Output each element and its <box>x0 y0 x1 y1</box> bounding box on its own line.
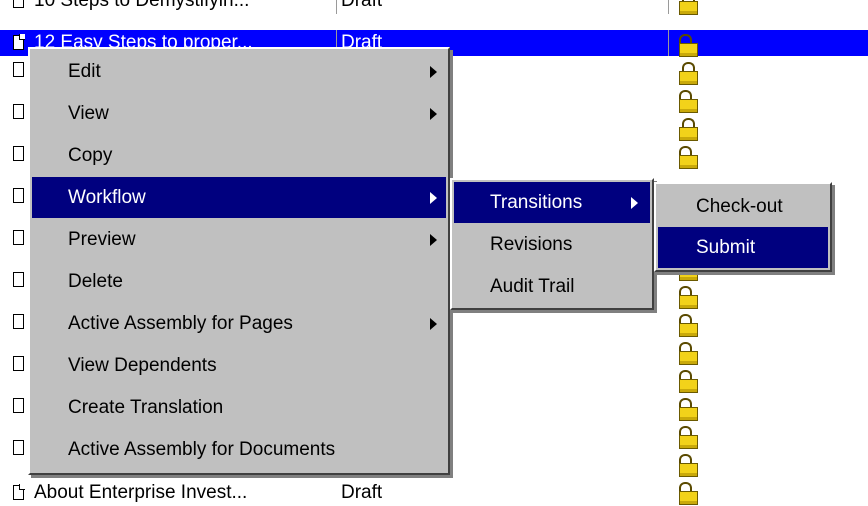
document-icon <box>13 188 24 203</box>
menu-item-label: View Dependents <box>68 355 217 376</box>
menu-item-delete[interactable]: Delete <box>32 261 446 302</box>
menu-item-label: Submit <box>696 237 756 258</box>
menu-item-label: Create Translation <box>68 397 224 418</box>
menu-item-label: Check-out <box>696 196 783 217</box>
document-status: Draft <box>341 482 383 503</box>
document-icon <box>13 314 24 329</box>
menu-item-label: Delete <box>68 271 123 292</box>
document-icon <box>13 146 24 161</box>
lock-icon <box>678 342 698 365</box>
menu-item-label: Preview <box>68 229 136 250</box>
menu-item-view[interactable]: View <box>32 93 446 134</box>
menu-item-revisions[interactable]: Revisions <box>454 224 650 265</box>
context-menu: Edit View Copy Workflow Preview Delete A… <box>28 47 450 475</box>
menu-item-edit[interactable]: Edit <box>32 51 446 92</box>
document-icon <box>13 440 24 455</box>
submenu-arrow-icon <box>631 197 638 209</box>
menu-item-workflow[interactable]: Workflow <box>32 177 446 218</box>
lock-icon <box>678 426 698 449</box>
document-icon <box>13 230 24 245</box>
document-icon <box>13 104 24 119</box>
menu-item-active-assembly-pages[interactable]: Active Assembly for Pages <box>32 303 446 344</box>
column-separator <box>668 0 669 14</box>
menu-item-label: Active Assembly for Documents <box>68 439 336 460</box>
lock-icon <box>678 34 698 57</box>
menu-item-label: Workflow <box>68 187 146 208</box>
menu-item-transitions[interactable]: Transitions <box>454 182 650 223</box>
menu-item-copy[interactable]: Copy <box>32 135 446 176</box>
lock-icon <box>678 62 698 85</box>
column-separator <box>336 0 337 14</box>
document-row[interactable]: About Enterprise Invest... Draft <box>0 480 868 506</box>
menu-item-label: Copy <box>68 145 113 166</box>
lock-icon <box>678 454 698 477</box>
document-icon <box>13 484 25 500</box>
menu-item-preview[interactable]: Preview <box>32 219 446 260</box>
menu-item-audit-trail[interactable]: Audit Trail <box>454 266 650 307</box>
document-title[interactable]: 10 Steps to Demystifyin... <box>34 0 249 12</box>
document-icon <box>13 34 25 50</box>
document-row[interactable]: 10 Steps to Demystifyin... Draft <box>0 0 868 14</box>
document-icon <box>13 62 24 77</box>
menu-item-active-assembly-documents[interactable]: Active Assembly for Documents <box>32 429 446 470</box>
lock-icon <box>678 482 698 505</box>
lock-icon <box>678 0 698 15</box>
lock-icon <box>678 146 698 169</box>
menu-item-label: Edit <box>68 61 101 82</box>
menu-item-label: Revisions <box>490 234 573 255</box>
document-status: Draft <box>341 0 383 11</box>
transitions-submenu: Check-out Submit <box>654 182 832 272</box>
document-title[interactable]: About Enterprise Invest... <box>34 482 247 504</box>
submenu-arrow-icon <box>430 192 437 204</box>
document-icon <box>13 398 24 413</box>
lock-icon <box>678 286 698 309</box>
document-icon <box>13 272 24 287</box>
document-icon <box>13 0 24 8</box>
submenu-arrow-icon <box>430 234 437 246</box>
workflow-submenu: Transitions Revisions Audit Trail <box>450 178 654 310</box>
menu-item-label: Transitions <box>490 192 583 213</box>
menu-item-submit[interactable]: Submit <box>658 227 828 268</box>
menu-item-check-out[interactable]: Check-out <box>658 186 828 227</box>
lock-icon <box>678 314 698 337</box>
menu-item-view-dependents[interactable]: View Dependents <box>32 345 446 386</box>
menu-item-label: Active Assembly for Pages <box>68 313 293 334</box>
lock-icon <box>678 118 698 141</box>
lock-icon <box>678 370 698 393</box>
menu-item-create-translation[interactable]: Create Translation <box>32 387 446 428</box>
submenu-arrow-icon <box>430 108 437 120</box>
submenu-arrow-icon <box>430 318 437 330</box>
menu-item-label: Audit Trail <box>490 276 575 297</box>
submenu-arrow-icon <box>430 66 437 78</box>
document-icon <box>13 356 24 371</box>
lock-icon <box>678 398 698 421</box>
lock-icon <box>678 90 698 113</box>
menu-item-label: View <box>68 103 109 124</box>
column-separator <box>668 30 669 56</box>
